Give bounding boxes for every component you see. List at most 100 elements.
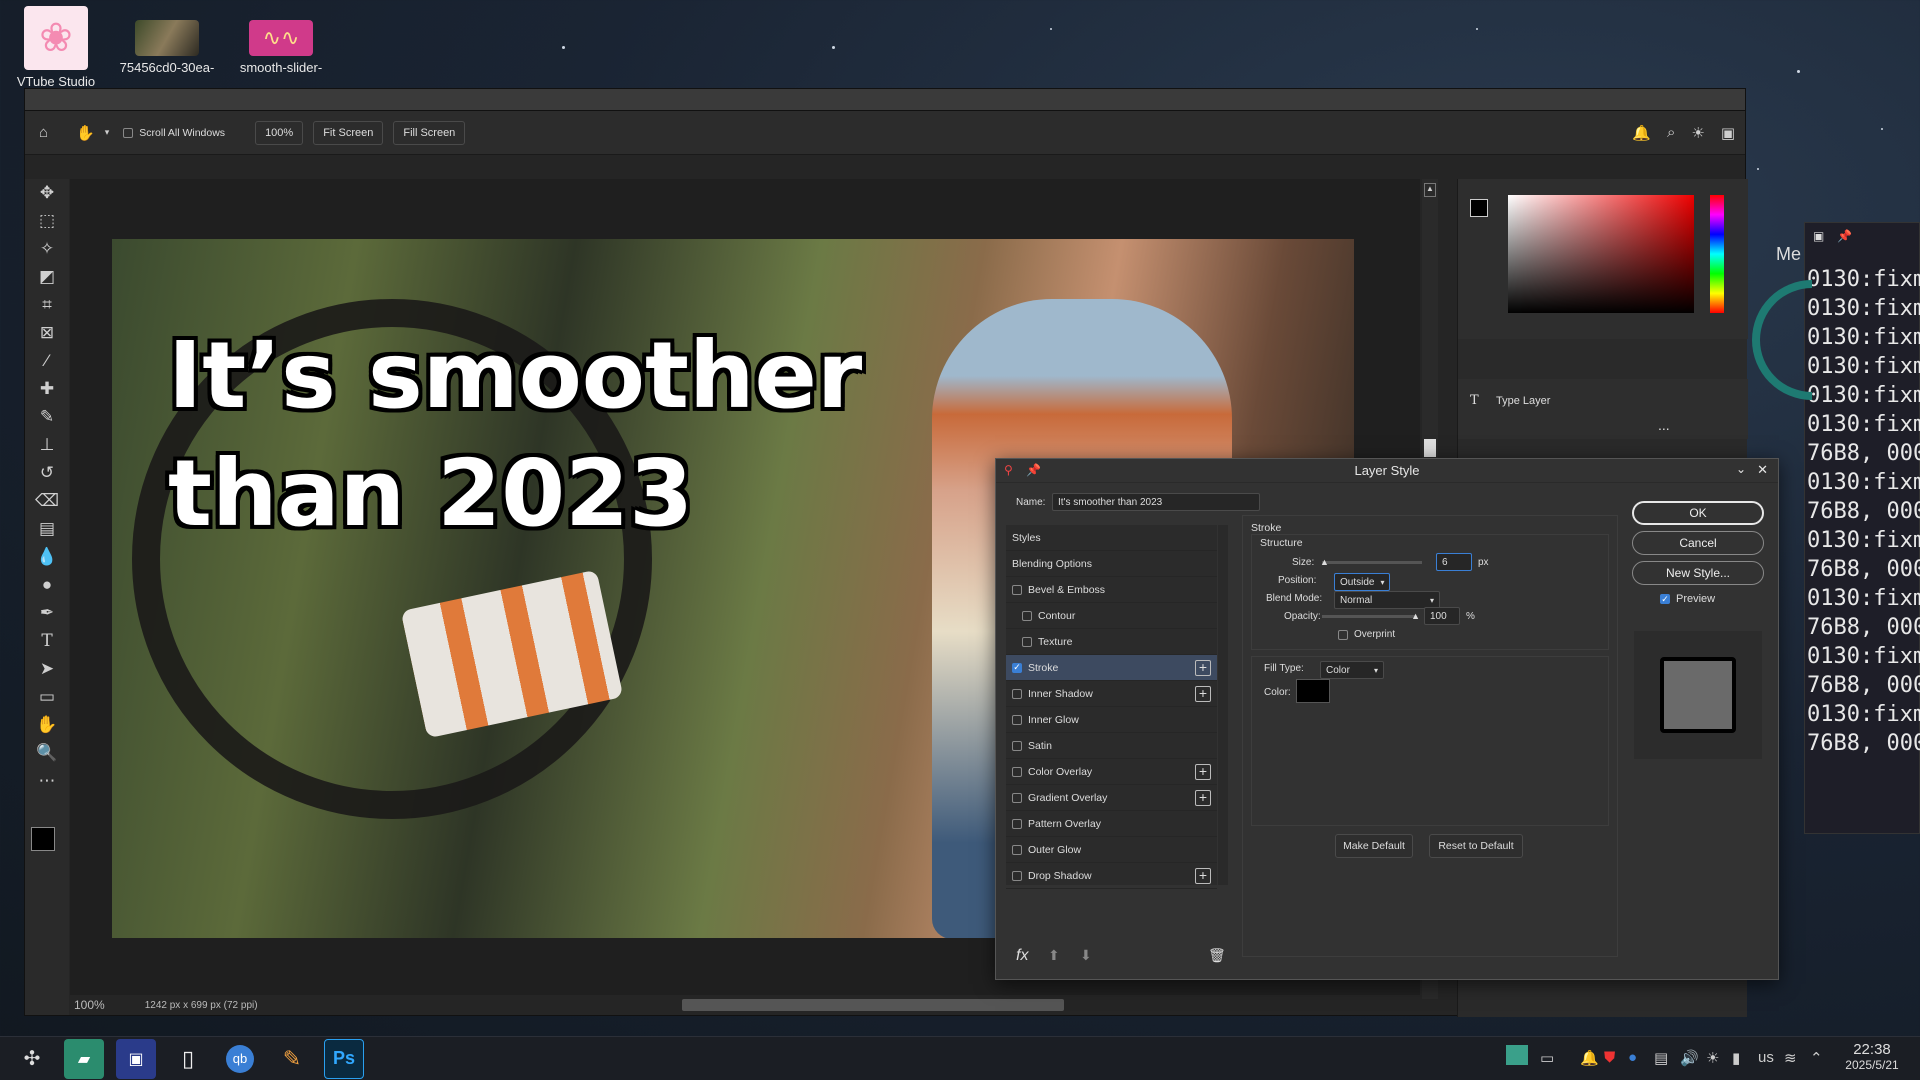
trash-icon[interactable]: 🗑 [1208, 947, 1226, 964]
move-up-icon[interactable]: ⬆ [1048, 947, 1060, 964]
object-selection-tool-icon[interactable]: ◩ [25, 263, 69, 291]
style-checkbox[interactable] [1012, 870, 1022, 881]
style-item[interactable]: Outer Glow [1006, 837, 1217, 863]
overprint-checkbox[interactable] [1338, 629, 1348, 640]
brightness-icon[interactable]: ☀ [1706, 1049, 1719, 1067]
clone-stamp-tool-icon[interactable]: ⊥ [25, 431, 69, 459]
add-effect-icon[interactable]: + [1195, 685, 1211, 702]
eyedropper-tool-icon[interactable]: ⁄ [25, 347, 69, 375]
move-tool-icon[interactable]: ✥ [25, 179, 69, 207]
add-effect-icon[interactable]: + [1195, 867, 1211, 884]
blending-options-item[interactable]: Blending Options [1006, 551, 1217, 577]
styles-list-scrollbar[interactable] [1218, 525, 1228, 885]
volume-icon[interactable]: 🔊 [1680, 1049, 1699, 1067]
notification-icon[interactable]: 🔔 [1580, 1049, 1599, 1067]
fit-screen-button[interactable]: Fit Screen [313, 120, 384, 145]
clipboard-icon[interactable]: ▤ [1654, 1049, 1668, 1067]
minimize-icon[interactable]: ⌄ [1736, 462, 1746, 476]
shield-icon[interactable]: ⛊ [1604, 1049, 1615, 1066]
style-checkbox[interactable] [1012, 792, 1022, 803]
battery-icon[interactable]: ▮ [1732, 1049, 1740, 1067]
hand-tool-icon[interactable]: ✋ [25, 711, 69, 739]
style-item[interactable]: Bevel & Emboss [1006, 577, 1217, 603]
pin-icon[interactable]: 📌 [1026, 463, 1041, 477]
history-brush-tool-icon[interactable]: ↺ [25, 459, 69, 487]
scroll-up-arrow-icon[interactable]: ▲ [1424, 183, 1436, 197]
preview-option[interactable]: ✓ Preview [1660, 593, 1715, 605]
search-icon[interactable]: ⌕ [1667, 124, 1675, 141]
healing-brush-tool-icon[interactable]: ✚ [25, 375, 69, 403]
style-checkbox[interactable] [1012, 584, 1022, 595]
crop-tool-icon[interactable]: ⌗ [25, 291, 69, 319]
terminal-icon[interactable]: ▣ [116, 1038, 156, 1079]
workspace-icon[interactable]: ▣ [1721, 124, 1735, 142]
home-icon[interactable]: ⌂ [39, 124, 48, 141]
wifi-icon[interactable]: ≋ [1784, 1049, 1797, 1067]
cancel-button[interactable]: Cancel [1632, 531, 1764, 555]
file-manager-icon[interactable]: ▰ [64, 1038, 104, 1079]
style-item[interactable]: Inner Glow [1006, 707, 1217, 733]
style-checkbox[interactable] [1012, 766, 1022, 777]
style-item[interactable]: Drop Shadow + [1006, 863, 1217, 889]
add-effect-icon[interactable]: + [1195, 789, 1211, 806]
qbittorrent-tray-icon[interactable]: ● [1628, 1049, 1637, 1066]
style-checkbox[interactable] [1012, 844, 1022, 855]
name-field[interactable]: It's smoother than 2023 [1052, 493, 1260, 511]
launcher-icon[interactable]: ✣ [12, 1039, 52, 1079]
slider-thumb-icon[interactable]: ▲ [1320, 557, 1329, 567]
preview-checkbox[interactable]: ✓ [1660, 594, 1670, 604]
position-select[interactable]: Outside ▾ [1334, 573, 1390, 591]
terminal-window[interactable]: ▣ 📌 0130:fixm 0130:fixm 0130:fixm 0130:fixm… [1804, 222, 1920, 834]
dodge-tool-icon[interactable]: ● [25, 571, 69, 599]
text-editor-icon[interactable]: ✎ [272, 1039, 312, 1079]
color-field[interactable] [1508, 195, 1694, 313]
zoom-tool-icon[interactable]: 🔍 [25, 739, 69, 767]
more-tools-icon[interactable]: ⋯ [25, 767, 69, 795]
add-effect-icon[interactable]: + [1195, 659, 1211, 676]
slider-thumb-icon[interactable]: ▲ [1411, 611, 1420, 621]
fx-icon[interactable]: fx [1016, 947, 1028, 965]
desktop-icon-smooth-slider[interactable]: ∿∿ smooth-slider- [226, 20, 336, 75]
chevron-up-icon[interactable]: ⌃ [1810, 1049, 1823, 1067]
frame-tool-icon[interactable]: ⊠ [25, 319, 69, 347]
styles-header[interactable]: Styles [1006, 525, 1217, 551]
keyboard-layout-indicator[interactable]: us [1758, 1049, 1774, 1066]
style-checkbox[interactable] [1022, 636, 1032, 647]
bell-icon[interactable]: 🔔 [1632, 124, 1651, 142]
scroll-all-windows-checkbox[interactable] [123, 127, 134, 138]
style-checkbox[interactable] [1012, 740, 1022, 751]
opacity-slider[interactable]: ▲ [1322, 611, 1420, 621]
qbittorrent-icon[interactable]: qb [220, 1039, 260, 1079]
new-style-button[interactable]: New Style... [1632, 561, 1764, 585]
make-default-button[interactable]: Make Default [1335, 834, 1413, 858]
style-item[interactable]: Pattern Overlay [1006, 811, 1217, 837]
horizontal-scrollbar-thumb[interactable] [682, 999, 1064, 1011]
style-item[interactable]: Gradient Overlay + [1006, 785, 1217, 811]
desktop-icon[interactable]: ▭ [1540, 1049, 1554, 1067]
stroke-color-swatch[interactable] [1296, 679, 1330, 703]
pen-tool-icon[interactable]: ✒ [25, 599, 69, 627]
marquee-tool-icon[interactable]: ⬚ [25, 207, 69, 235]
lightbulb-icon[interactable]: ☀ [1691, 124, 1704, 142]
document-icon[interactable]: ▯ [168, 1039, 208, 1079]
reset-to-default-button[interactable]: Reset to Default [1429, 834, 1523, 858]
foreground-color-swatch[interactable] [31, 827, 55, 851]
size-slider[interactable]: ▲ [1320, 557, 1422, 567]
system-monitor-icon[interactable] [1506, 1045, 1528, 1065]
style-checkbox[interactable] [1012, 714, 1022, 725]
style-item[interactable]: Texture [1006, 629, 1217, 655]
type-tool-icon[interactable]: T [25, 627, 69, 655]
close-icon[interactable]: ✕ [1757, 462, 1768, 478]
style-item[interactable]: ✓ Stroke + [1006, 655, 1217, 681]
desktop-icon-image-file[interactable]: 75456cd0-30ea- [112, 20, 222, 75]
dialog-titlebar[interactable]: ⚲ 📌 Layer Style ⌄ ✕ [996, 459, 1778, 483]
ok-button[interactable]: OK [1632, 501, 1764, 525]
size-input[interactable]: 6 [1436, 553, 1472, 571]
hand-tool-icon[interactable]: ✋ [76, 124, 95, 142]
overprint-option[interactable]: Overprint [1338, 629, 1395, 640]
brush-tool-icon[interactable]: ✎ [25, 403, 69, 431]
more-options-button[interactable]: ... [1658, 417, 1670, 433]
zoom-level-button[interactable]: 100% [255, 120, 304, 145]
gradient-tool-icon[interactable]: ▤ [25, 515, 69, 543]
foreground-color-swatch[interactable] [1470, 199, 1488, 217]
